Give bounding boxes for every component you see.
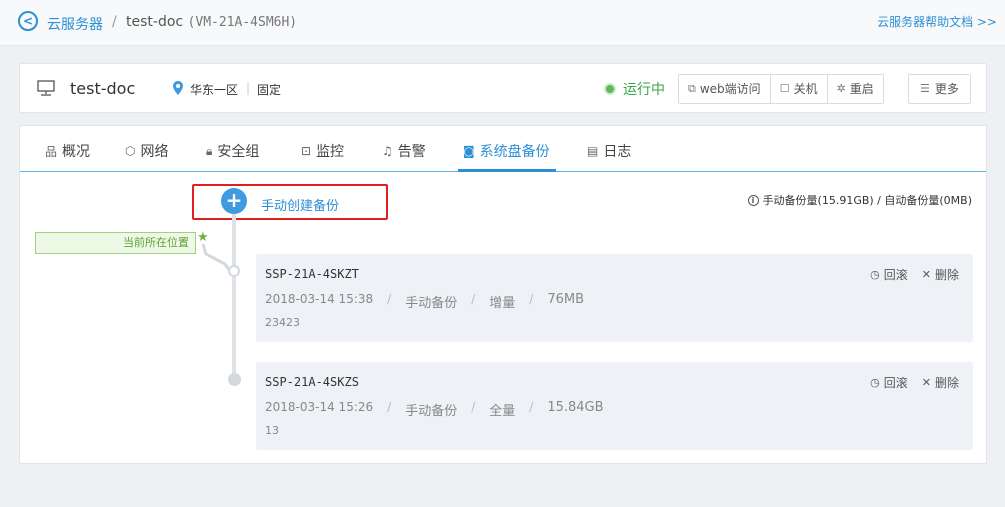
- snapshot-card: SSP-21A-4SKZT 2018-03-14 15:38 / 手动备份 / …: [256, 254, 973, 342]
- detail-panel: 品 概况 ⬡ 网络 🔒︎ 安全组 ⊡ 监控 ♫ 告警 ◙ 系统盘备份 ▤ 日志: [19, 125, 987, 464]
- delete-label: 删除: [934, 268, 959, 282]
- delete-button[interactable]: ✕ 删除: [922, 266, 959, 283]
- rollback-button[interactable]: ◷ 回滚: [870, 266, 908, 283]
- snapshot-size: 15.84GB: [547, 400, 604, 415]
- backup-quota: i 手动备份量(15.91GB) / 自动备份量(0MB): [747, 192, 972, 208]
- delete-button[interactable]: ✕ 删除: [922, 374, 959, 391]
- quota-text: 手动备份量(15.91GB) / 自动备份量(0MB): [762, 194, 972, 207]
- clock-icon: ◷: [870, 376, 880, 389]
- snapshot-meta: 2018-03-14 15:26 / 手动备份 / 全量 / 15.84GB: [265, 400, 604, 419]
- snapshot-actions: ◷ 回滚 ✕ 删除: [870, 266, 959, 283]
- shutdown-label: 关机: [793, 82, 818, 96]
- snapshot-actions: ◷ 回滚 ✕ 删除: [870, 374, 959, 391]
- create-backup-button[interactable]: 手动创建备份: [261, 195, 339, 214]
- web-console-label: web端访问: [699, 82, 761, 96]
- info-icon: i: [747, 194, 759, 206]
- external-window-icon: ⧉: [688, 82, 696, 95]
- breadcrumb-current-name: test-doc: [126, 14, 184, 30]
- snapshot-name: SSP-21A-4SKZT: [265, 267, 359, 281]
- breadcrumb-current: test-doc (VM-21A-4SM6H): [126, 14, 297, 30]
- square-stop-icon: ☐: [779, 82, 790, 95]
- top-bar: < 云服务器 / test-doc (VM-21A-4SM6H) 云服务器帮助文…: [0, 0, 1005, 46]
- breadcrumb-current-id: (VM-21A-4SM6H): [187, 15, 298, 30]
- camera-icon: ◙: [463, 144, 475, 158]
- server-monitor-icon: [37, 80, 55, 96]
- timeline-node: [228, 373, 241, 386]
- status-indicator-icon: [604, 83, 616, 95]
- instance-name: test-doc: [70, 79, 136, 98]
- snapshot-mode: 增量: [489, 296, 516, 311]
- web-console-button[interactable]: ⧉ web端访问: [679, 75, 770, 103]
- snapshot-kind: 手动备份: [405, 296, 458, 311]
- shutdown-button[interactable]: ☐ 关机: [769, 75, 827, 103]
- breadcrumb-root[interactable]: 云服务器: [47, 14, 103, 34]
- more-label: 更多: [934, 82, 959, 96]
- help-docs-link[interactable]: 云服务器帮助文档 >>: [877, 13, 997, 30]
- restart-button[interactable]: ✲ 重启: [826, 75, 883, 103]
- snapshot-description: 13: [265, 424, 279, 437]
- tab-monitoring[interactable]: ⊡ 监控: [301, 141, 344, 161]
- ip-type-label: 固定: [257, 83, 282, 97]
- rollback-label: 回滚: [883, 268, 908, 282]
- tab-label: 日志: [603, 144, 632, 160]
- breadcrumb-separator: /: [112, 14, 117, 30]
- snapshot-card: SSP-21A-4SKZS 2018-03-14 15:26 / 手动备份 / …: [256, 362, 973, 450]
- timeline-node: [228, 265, 240, 277]
- log-icon: ▤: [587, 144, 599, 158]
- region-label: 华东一区: [190, 83, 239, 97]
- bell-icon: ♫: [382, 144, 393, 158]
- current-position-connector: [201, 243, 232, 272]
- snapshot-name: SSP-21A-4SKZS: [265, 375, 359, 389]
- region-separator: |: [246, 81, 251, 95]
- tab-system-disk-backup[interactable]: ◙ 系统盘备份: [463, 141, 550, 161]
- snapshot-time: 2018-03-14 15:26: [265, 400, 374, 414]
- rollback-button[interactable]: ◷ 回滚: [870, 374, 908, 391]
- snapshot-size: 76MB: [547, 292, 584, 307]
- instance-action-group: ⧉ web端访问 ☐ 关机 ✲ 重启: [678, 74, 884, 104]
- instance-header-card: test-doc 华东一区 | 固定 运行中 ⧉ web端访问 ☐ 关机 ✲ 重…: [19, 63, 987, 113]
- snapshot-kind: 手动备份: [405, 404, 458, 419]
- monitor-chart-icon: ⊡: [301, 144, 312, 158]
- restart-icon: ✲: [836, 82, 846, 95]
- tab-label: 监控: [316, 144, 345, 160]
- close-icon: ✕: [921, 268, 931, 281]
- more-button[interactable]: ☰ 更多: [908, 74, 971, 104]
- snapshot-mode: 全量: [489, 404, 516, 419]
- active-tab-underline: [458, 169, 556, 172]
- delete-label: 删除: [934, 376, 959, 390]
- location-pin-icon: [173, 81, 183, 95]
- snapshot-description: 23423: [265, 316, 300, 329]
- rollback-label: 回滚: [883, 376, 908, 390]
- back-arrow-icon[interactable]: <: [18, 11, 38, 31]
- snapshot-time: 2018-03-14 15:38: [265, 292, 374, 306]
- tab-logs[interactable]: ▤ 日志: [587, 141, 631, 161]
- tab-label: 系统盘备份: [479, 144, 550, 160]
- restart-label: 重启: [849, 82, 874, 96]
- clock-icon: ◷: [870, 268, 880, 281]
- tab-alerts[interactable]: ♫ 告警: [382, 141, 426, 161]
- menu-lines-icon: ☰: [920, 82, 930, 95]
- snapshot-meta: 2018-03-14 15:38 / 手动备份 / 增量 / 76MB: [265, 292, 584, 311]
- tab-label: 告警: [397, 144, 426, 160]
- status-text: 运行中: [623, 82, 665, 98]
- close-icon: ✕: [921, 376, 931, 389]
